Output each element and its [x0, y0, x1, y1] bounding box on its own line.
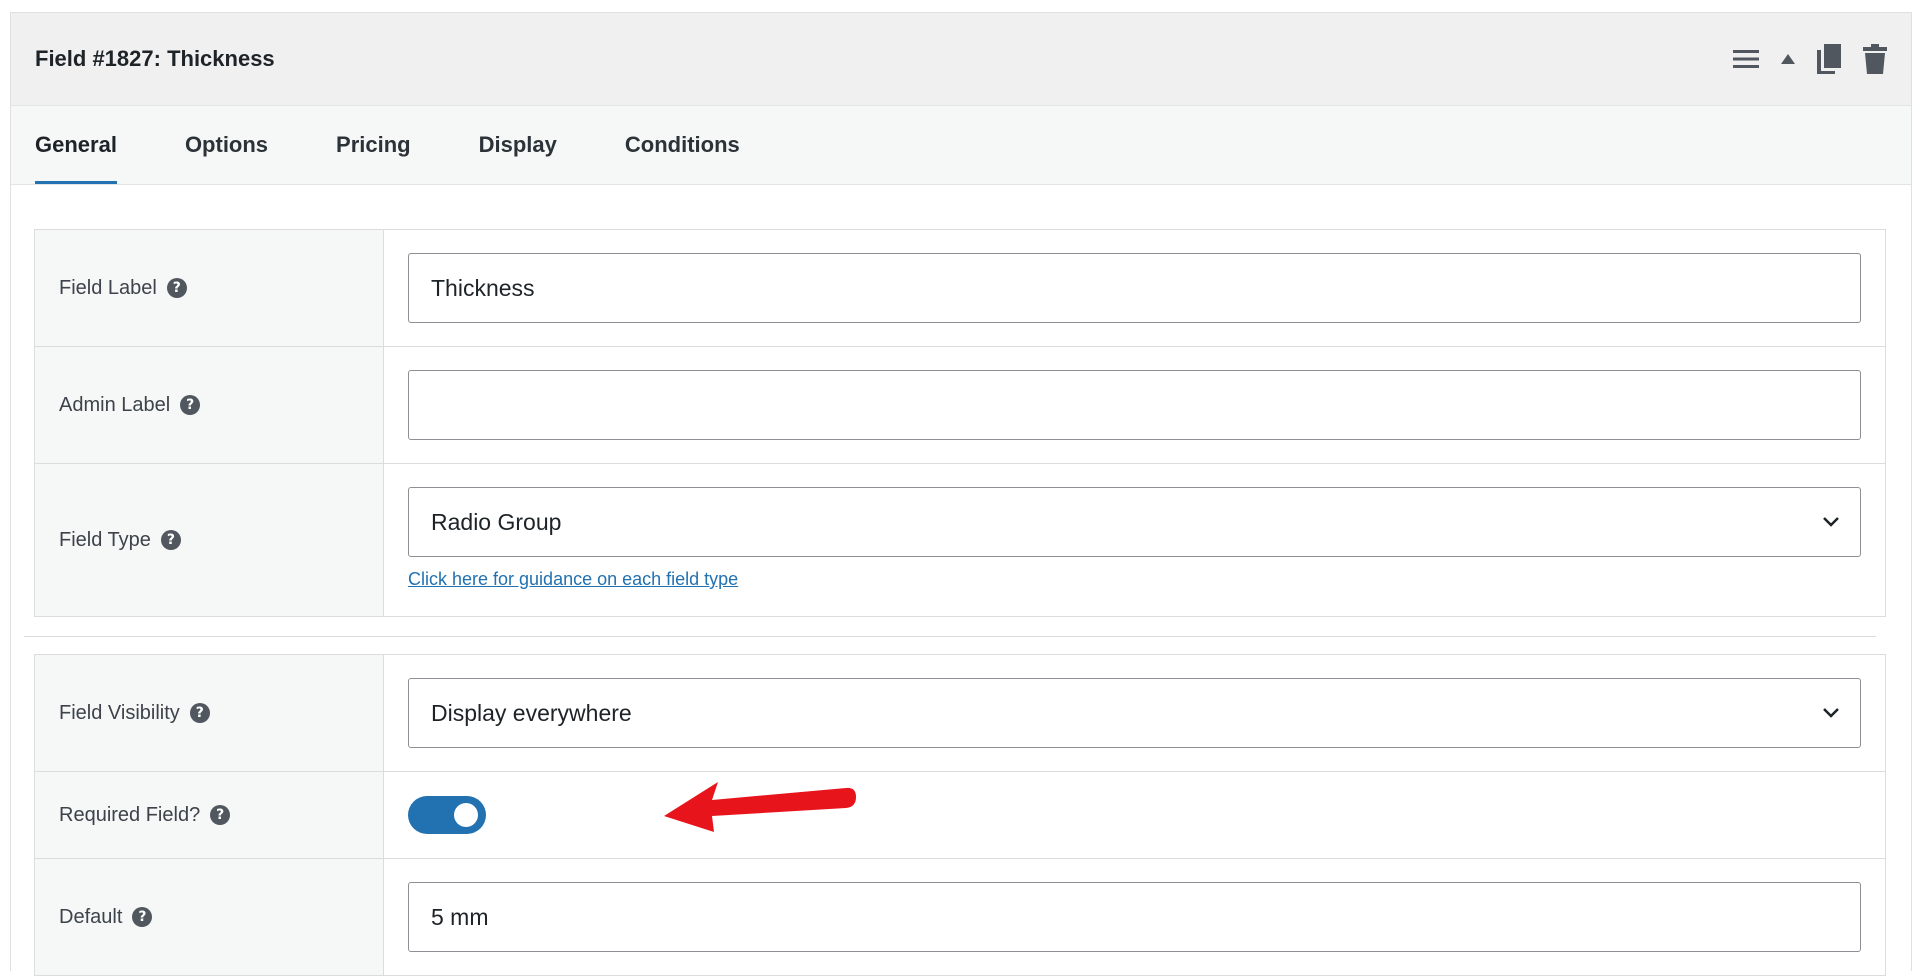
help-icon[interactable]: ?	[189, 703, 210, 723]
admin-label-input[interactable]	[408, 370, 1861, 440]
annotation-arrow-icon	[664, 782, 856, 832]
required-field-label: Required Field?	[59, 803, 201, 826]
field-type-cell: Field Type ?	[35, 464, 384, 616]
header-actions	[1733, 44, 1887, 74]
field-label-label: Field Label	[59, 276, 157, 299]
general-settings-section: Field Label ? Admin Label ? Field Type ?…	[34, 229, 1886, 617]
field-type-guidance-link[interactable]: Click here for guidance on each field ty…	[408, 569, 1861, 590]
field-type-label: Field Type	[59, 528, 151, 551]
panel-title: Field #1827: Thickness	[35, 46, 275, 71]
chevron-down-icon	[1823, 708, 1839, 718]
visibility-settings-section: Field Visibility ? Display everywhere Re…	[34, 654, 1886, 976]
field-visibility-select[interactable]: Display everywhere	[408, 678, 1861, 748]
admin-label-label: Admin Label	[59, 393, 171, 416]
field-visibility-row: Field Visibility ? Display everywhere	[35, 655, 1885, 772]
field-type-select[interactable]: Radio Group	[408, 487, 1861, 557]
required-field-row: Required Field? ?	[35, 772, 1885, 859]
field-type-selected-value: Radio Group	[431, 508, 562, 535]
tab-conditions[interactable]: Conditions	[625, 106, 740, 184]
required-field-value-cell	[384, 772, 1885, 858]
required-field-toggle[interactable]	[408, 796, 486, 834]
tab-general[interactable]: General	[35, 106, 117, 184]
chevron-down-icon	[1823, 517, 1839, 527]
tab-display[interactable]: Display	[479, 106, 557, 184]
help-icon[interactable]: ?	[160, 530, 181, 550]
tab-bar: General Options Pricing Display Conditio…	[11, 106, 1911, 185]
admin-label-value-cell	[384, 347, 1885, 463]
required-field-cell: Required Field? ?	[35, 772, 384, 858]
duplicate-icon[interactable]	[1817, 44, 1841, 74]
admin-label-row: Admin Label ?	[35, 347, 1885, 464]
toggle-knob	[454, 803, 478, 827]
tab-pricing[interactable]: Pricing	[336, 106, 411, 184]
section-divider	[24, 636, 1876, 637]
menu-icon[interactable]	[1733, 49, 1759, 69]
help-icon[interactable]: ?	[166, 278, 187, 298]
default-row: Default ?	[35, 859, 1885, 976]
field-visibility-selected-value: Display everywhere	[431, 699, 632, 726]
field-visibility-cell: Field Visibility ?	[35, 655, 384, 771]
field-label-input[interactable]	[408, 253, 1861, 323]
tab-options[interactable]: Options	[185, 106, 268, 184]
help-icon[interactable]: ?	[180, 395, 201, 415]
default-label: Default	[59, 905, 123, 928]
trash-icon[interactable]	[1863, 44, 1887, 74]
field-label-row: Field Label ?	[35, 230, 1885, 347]
field-type-value-cell: Radio Group Click here for guidance on e…	[384, 464, 1885, 616]
field-type-row: Field Type ? Radio Group Click here for …	[35, 464, 1885, 617]
field-visibility-value-cell: Display everywhere	[384, 655, 1885, 771]
help-icon[interactable]: ?	[210, 805, 231, 825]
field-label-value-cell	[384, 230, 1885, 346]
collapse-arrow-icon[interactable]	[1781, 54, 1795, 64]
default-value-cell	[384, 859, 1885, 975]
admin-label-cell: Admin Label ?	[35, 347, 384, 463]
field-visibility-label: Field Visibility	[59, 701, 180, 724]
help-icon[interactable]: ?	[132, 907, 153, 927]
default-input[interactable]	[408, 882, 1861, 952]
field-label-cell: Field Label ?	[35, 230, 384, 346]
default-cell: Default ?	[35, 859, 384, 975]
panel-header: Field #1827: Thickness	[11, 13, 1911, 106]
